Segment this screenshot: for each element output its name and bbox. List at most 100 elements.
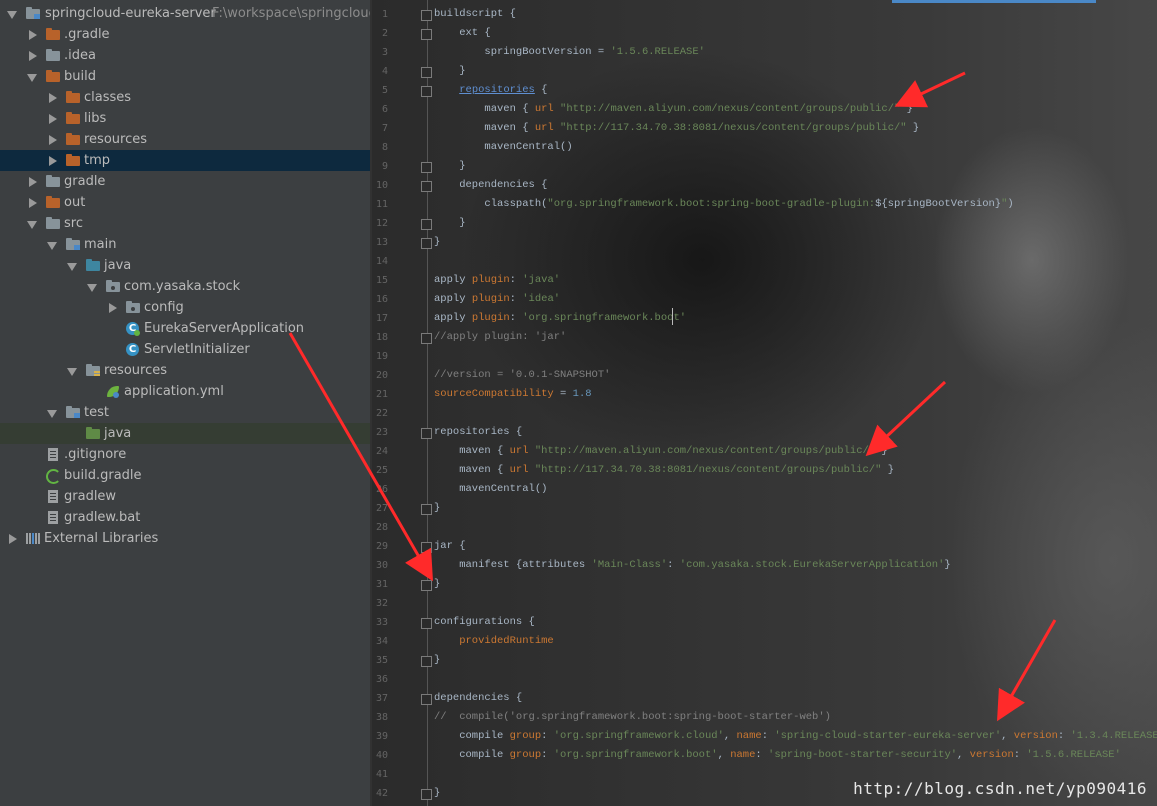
- fold-marker-icon[interactable]: [421, 162, 432, 173]
- code-line[interactable]: maven { url "http://117.34.70.38:8081/ne…: [434, 119, 919, 138]
- tree-row-test-java[interactable]: java: [0, 423, 370, 444]
- tree-row-project-root[interactable]: springcloud-eureka-server F:\workspace\s…: [0, 3, 370, 24]
- fold-marker-icon[interactable]: [421, 219, 432, 230]
- tree-row-src[interactable]: src: [0, 213, 370, 234]
- chevron-right-icon[interactable]: [46, 150, 58, 171]
- tree-row-build-gradle[interactable]: build.gradle: [0, 465, 370, 486]
- chevron-right-icon[interactable]: [26, 171, 38, 192]
- chevron-down-icon[interactable]: [86, 276, 98, 297]
- chevron-right-icon[interactable]: [26, 192, 38, 213]
- fold-marker-icon[interactable]: [421, 333, 432, 344]
- folder-icon: [45, 27, 61, 42]
- chevron-down-icon[interactable]: [26, 213, 38, 234]
- tree-row-main[interactable]: main: [0, 234, 370, 255]
- code-line[interactable]: // compile('org.springframework.boot:spr…: [434, 708, 831, 727]
- chevron-down-icon[interactable]: [66, 360, 78, 381]
- code-line[interactable]: }: [434, 651, 440, 670]
- chevron-right-icon[interactable]: [6, 528, 18, 549]
- fold-marker-icon[interactable]: [421, 504, 432, 515]
- code-line[interactable]: springBootVersion = '1.5.6.RELEASE': [434, 43, 705, 62]
- chevron-down-icon[interactable]: [66, 255, 78, 276]
- code-line[interactable]: mavenCentral(): [434, 138, 572, 157]
- tree-row-gradle-dir[interactable]: .gradle: [0, 24, 370, 45]
- code-line[interactable]: //apply plugin: 'jar': [434, 328, 566, 347]
- chevron-right-icon[interactable]: [26, 24, 38, 45]
- code-line[interactable]: providedRuntime: [434, 632, 554, 651]
- code-line[interactable]: ext {: [434, 24, 491, 43]
- code-line[interactable]: sourceCompatibility = 1.8: [434, 385, 592, 404]
- tree-row-application-yml[interactable]: application.yml: [0, 381, 370, 402]
- text-file-icon: [45, 447, 61, 462]
- tree-row-classes[interactable]: classes: [0, 87, 370, 108]
- fold-marker-icon[interactable]: [421, 238, 432, 249]
- code-line[interactable]: jar {: [434, 537, 466, 556]
- fold-marker-icon[interactable]: [421, 10, 432, 21]
- fold-marker-icon[interactable]: [421, 181, 432, 192]
- fold-marker-icon[interactable]: [421, 86, 432, 97]
- tree-row-idea[interactable]: .idea: [0, 45, 370, 66]
- code-line[interactable]: apply plugin: 'org.springframework.boot': [434, 309, 686, 328]
- tree-row-libs[interactable]: libs: [0, 108, 370, 129]
- tree-row-config[interactable]: config: [0, 297, 370, 318]
- fold-marker-icon[interactable]: [421, 618, 432, 629]
- code-line[interactable]: }: [434, 499, 440, 518]
- code-line[interactable]: //version = '0.0.1-SNAPSHOT': [434, 366, 610, 385]
- code-line[interactable]: maven { url "http://maven.aliyun.com/nex…: [434, 442, 888, 461]
- code-line[interactable]: manifest {attributes 'Main-Class': 'com.…: [434, 556, 951, 575]
- tree-row-build-resources[interactable]: resources: [0, 129, 370, 150]
- tree-row-package[interactable]: com.yasaka.stock: [0, 276, 370, 297]
- code-line[interactable]: }: [434, 233, 440, 252]
- tree-row-build[interactable]: build: [0, 66, 370, 87]
- code-line[interactable]: buildscript {: [434, 5, 516, 24]
- code-line[interactable]: mavenCentral(): [434, 480, 547, 499]
- chevron-right-icon[interactable]: [46, 129, 58, 150]
- code-line[interactable]: }: [434, 62, 465, 81]
- chevron-right-icon[interactable]: [106, 297, 118, 318]
- code-line[interactable]: dependencies {: [434, 176, 547, 195]
- tree-row-out[interactable]: out: [0, 192, 370, 213]
- code-line[interactable]: apply plugin: 'idea': [434, 290, 560, 309]
- tree-row-gradlew-bat[interactable]: gradlew.bat: [0, 507, 370, 528]
- chevron-right-icon[interactable]: [26, 45, 38, 66]
- code-line[interactable]: }: [434, 214, 465, 233]
- code-line[interactable]: repositories {: [434, 423, 522, 442]
- chevron-down-icon[interactable]: [6, 3, 18, 24]
- fold-marker-icon[interactable]: [421, 29, 432, 40]
- tree-row-main-resources[interactable]: resources: [0, 360, 370, 381]
- chevron-right-icon[interactable]: [46, 108, 58, 129]
- code-line[interactable]: compile group: 'org.springframework.clou…: [434, 727, 1157, 746]
- code-line[interactable]: compile group: 'org.springframework.boot…: [434, 746, 1121, 765]
- code-line[interactable]: }: [434, 784, 440, 803]
- code-line[interactable]: dependencies {: [434, 689, 522, 708]
- chevron-right-icon[interactable]: [46, 87, 58, 108]
- tree-row-gradlew[interactable]: gradlew: [0, 486, 370, 507]
- tree-row-eureka-server-application[interactable]: EurekaServerApplication: [0, 318, 370, 339]
- tree-row-gradle[interactable]: gradle: [0, 171, 370, 192]
- code-line[interactable]: classpath("org.springframework.boot:spri…: [434, 195, 1013, 214]
- code-line[interactable]: maven { url "http://117.34.70.38:8081/ne…: [434, 461, 894, 480]
- tree-row-servlet-initializer[interactable]: ServletInitializer: [0, 339, 370, 360]
- fold-marker-icon[interactable]: [421, 789, 432, 800]
- fold-marker-icon[interactable]: [421, 542, 432, 553]
- code-line[interactable]: maven { url "http://maven.aliyun.com/nex…: [434, 100, 913, 119]
- chevron-down-icon[interactable]: [46, 402, 58, 423]
- tree-row-test[interactable]: test: [0, 402, 370, 423]
- chevron-down-icon[interactable]: [46, 234, 58, 255]
- code-line[interactable]: }: [434, 575, 440, 594]
- fold-marker-icon[interactable]: [421, 694, 432, 705]
- fold-marker-icon[interactable]: [421, 580, 432, 591]
- tree-row-external-libraries[interactable]: External Libraries: [0, 528, 370, 549]
- code-line[interactable]: }: [434, 157, 465, 176]
- code-editor[interactable]: 1 2 3 4 5 6 7 8 9 10 11 12 13 14 15 16 17 18 19 20 21 22 23 24 2…: [372, 0, 1157, 806]
- tree-row-gitignore[interactable]: .gitignore: [0, 444, 370, 465]
- chevron-down-icon[interactable]: [26, 66, 38, 87]
- code-line[interactable]: repositories {: [434, 81, 547, 100]
- fold-marker-icon[interactable]: [421, 428, 432, 439]
- code-line[interactable]: configurations {: [434, 613, 535, 632]
- fold-marker-icon[interactable]: [421, 656, 432, 667]
- tree-row-tmp[interactable]: tmp: [0, 150, 370, 171]
- code-token: :: [755, 749, 769, 761]
- fold-marker-icon[interactable]: [421, 67, 432, 78]
- tree-row-main-java[interactable]: java: [0, 255, 370, 276]
- code-line[interactable]: apply plugin: 'java': [434, 271, 560, 290]
